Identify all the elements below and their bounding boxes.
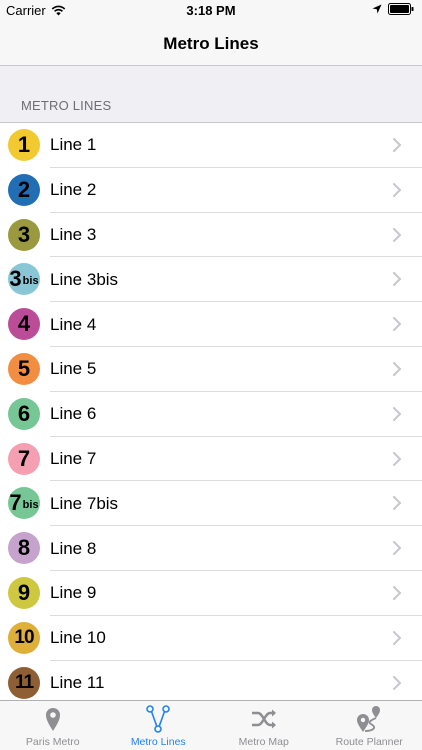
line-number-badge: 1: [8, 129, 40, 161]
line-number: 3: [17, 221, 31, 247]
tab-bar: Paris Metro Metro Lines Metro Map Route Pla…: [0, 700, 422, 750]
line-number: 6: [17, 400, 31, 426]
list-item[interactable]: 7 Line 7: [0, 436, 422, 482]
line-label: Line 11: [50, 672, 105, 692]
tab-label: Route Planner: [335, 736, 403, 748]
list-item[interactable]: 10 Line 10: [0, 615, 422, 661]
map-pin-icon: [45, 708, 60, 731]
navigation-bar: Metro Lines: [0, 22, 422, 66]
tab-metro-lines[interactable]: Metro Lines: [106, 701, 212, 750]
list-item[interactable]: 5 Line 5: [0, 346, 422, 392]
line-label: Line 3bis: [50, 269, 119, 289]
chevron-right-icon: [393, 675, 401, 690]
line-number-badge: 3: [8, 218, 40, 251]
tab-label: Paris Metro: [25, 736, 80, 748]
line-label: Line 2: [50, 180, 97, 200]
metro-lines-list: 1 Line 1 2 Line 2 3 Line 3 3 bis Line 3bis 4 Line …: [0, 122, 422, 706]
list-item[interactable]: 3 bis Line 3bis: [0, 257, 422, 303]
tab-route-planner[interactable]: Route Planner: [317, 701, 422, 750]
tab-metro-map[interactable]: Metro Map: [211, 701, 317, 750]
metro-lines-icon: [146, 705, 171, 733]
line-label: Line 9: [50, 583, 97, 603]
line-number-badge: 4: [8, 308, 40, 341]
status-time: 3:18 PM: [186, 3, 236, 18]
line-label: Line 1: [50, 135, 97, 155]
line-number: 7: [9, 490, 22, 516]
line-number: 8: [17, 535, 31, 561]
line-label: Line 5: [50, 359, 97, 379]
chevron-right-icon: [393, 630, 401, 645]
line-number: 11: [14, 671, 34, 693]
chevron-right-icon: [393, 182, 401, 197]
chevron-right-icon: [393, 317, 401, 332]
section-header: METRO LINES: [21, 98, 112, 113]
line-number-badge: 8: [8, 532, 40, 565]
chevron-right-icon: [393, 541, 401, 556]
tab-label: Metro Lines: [130, 736, 186, 748]
chevron-right-icon: [393, 272, 401, 287]
line-number: 4: [17, 311, 31, 337]
location-arrow-icon: [372, 4, 382, 14]
line-number: 2: [17, 176, 31, 202]
list-item[interactable]: 7 bis Line 7bis: [0, 481, 422, 527]
line-number: 10: [14, 626, 34, 648]
list-item[interactable]: 2 Line 2: [0, 167, 422, 213]
status-bar: Carrier 3:18 PM: [0, 0, 422, 22]
list-item[interactable]: 11 Line 11: [0, 660, 422, 706]
list-item[interactable]: 4 Line 4: [0, 302, 422, 347]
list-item[interactable]: 3 Line 3: [0, 212, 422, 258]
status-right: [372, 3, 414, 15]
line-number-badge: 11: [8, 666, 40, 699]
chevron-right-icon: [393, 496, 401, 511]
line-number: 5: [17, 355, 31, 381]
line-number-badge: 6: [8, 397, 40, 430]
line-number-badge: 7 bis: [8, 487, 40, 520]
list-item[interactable]: 1 Line 1: [0, 123, 422, 168]
line-number: 7: [17, 445, 31, 471]
line-number-badge: 7: [8, 442, 40, 475]
list-item[interactable]: 6 Line 6: [0, 391, 422, 437]
line-number-badge: 2: [8, 173, 40, 206]
line-label: Line 3: [50, 224, 97, 244]
list-item[interactable]: 9 Line 9: [0, 570, 422, 616]
line-suffix: bis: [22, 499, 39, 512]
battery-icon: [388, 3, 414, 15]
line-label: Line 10: [50, 628, 106, 648]
page-title: Metro Lines: [163, 33, 259, 53]
chevron-right-icon: [393, 451, 401, 466]
tab-paris-metro[interactable]: Paris Metro: [0, 701, 106, 750]
line-number-badge: 9: [8, 576, 40, 609]
line-number: 9: [17, 579, 31, 605]
line-number: 3: [9, 266, 22, 292]
line-label: Line 4: [50, 314, 97, 334]
chevron-right-icon: [393, 406, 401, 421]
line-number: 1: [17, 132, 31, 157]
chevron-right-icon: [393, 361, 401, 376]
line-suffix: bis: [22, 275, 39, 288]
line-label: Line 8: [50, 538, 97, 558]
line-label: Line 7: [50, 448, 97, 468]
line-label: Line 7bis: [50, 493, 119, 513]
chevron-right-icon: [393, 585, 401, 600]
line-label: Line 6: [50, 404, 97, 424]
list-item[interactable]: 8 Line 8: [0, 526, 422, 571]
chevron-right-icon: [393, 138, 401, 152]
chevron-right-icon: [393, 227, 401, 242]
route-icon: [357, 706, 381, 732]
line-number-badge: 3 bis: [8, 263, 40, 296]
line-number-badge: 5: [8, 352, 40, 385]
tab-label: Metro Map: [238, 736, 289, 748]
line-number-badge: 10: [8, 621, 40, 654]
shuffle-icon: [251, 709, 276, 729]
